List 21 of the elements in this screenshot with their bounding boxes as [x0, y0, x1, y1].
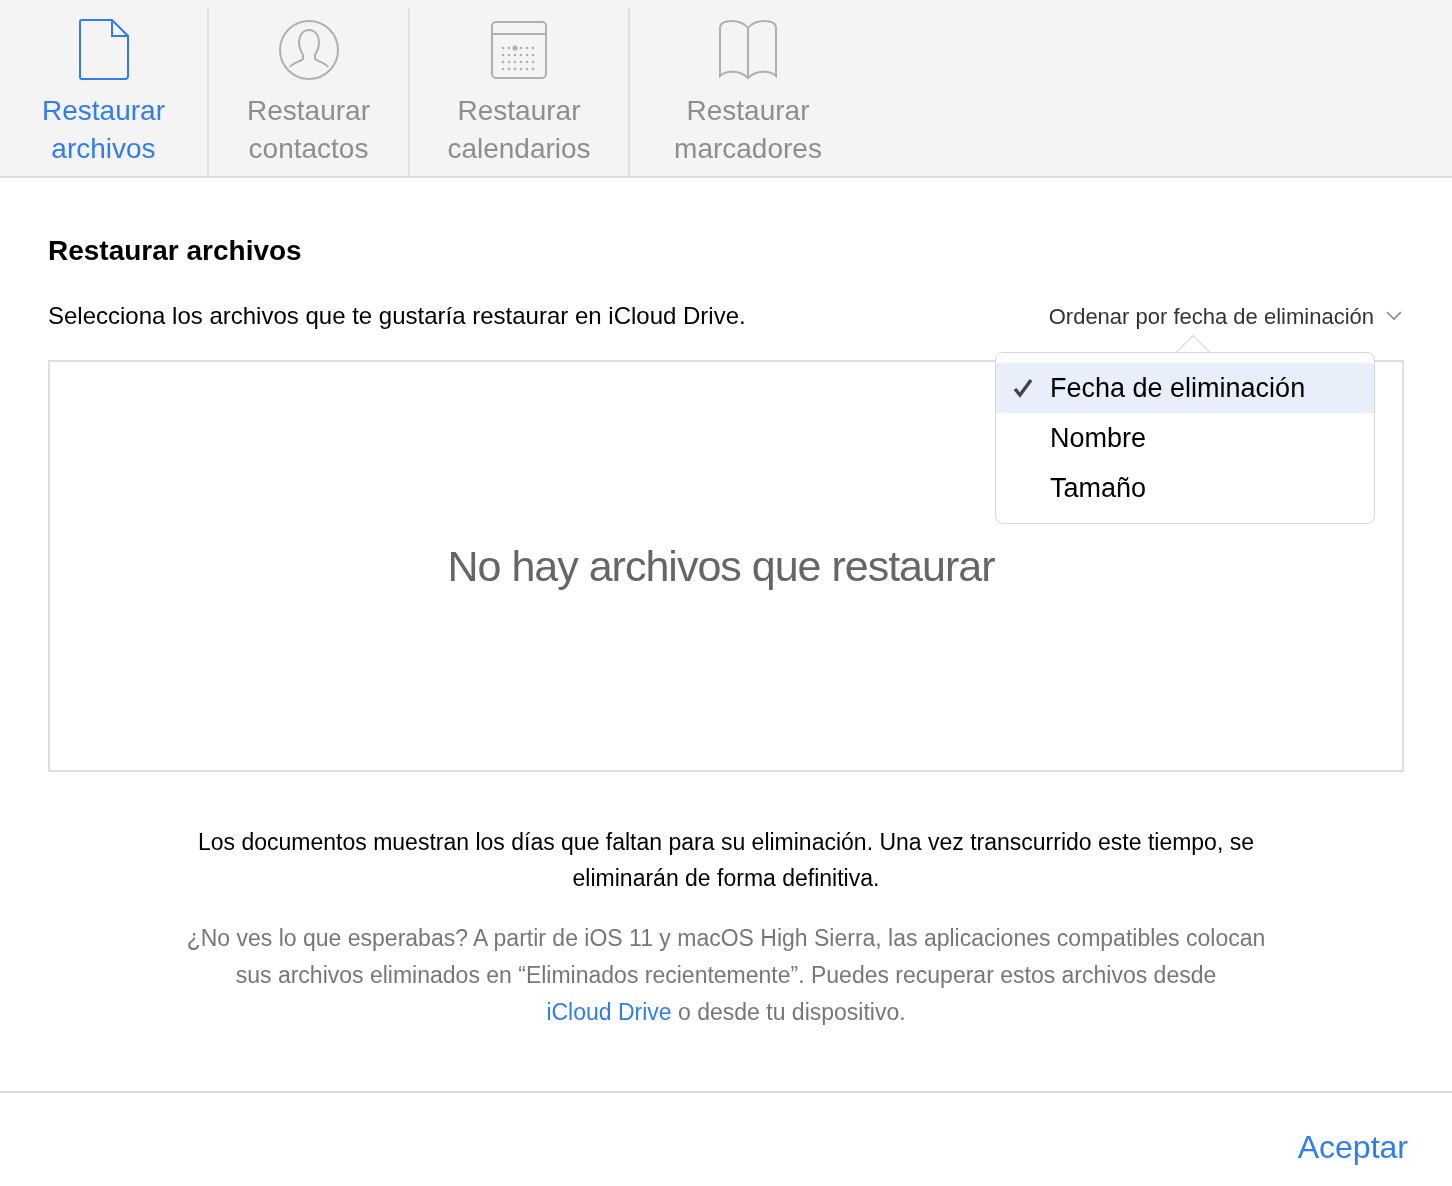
menu-item[interactable]: Nombre [996, 413, 1374, 463]
empty-state-message: No hay archivos que restaurar [447, 540, 995, 592]
menu-item[interactable]: Fecha de eliminación [996, 363, 1374, 413]
chevron-down-icon [1386, 311, 1402, 321]
checkmark-icon [1013, 378, 1033, 398]
tab[interactable]: Restaurar archivos [0, 8, 209, 176]
instruction-text: Selecciona los archivos que te gustaría restaurar en iCloud Drive. [48, 301, 746, 331]
section-heading: Restaurar archivos [48, 234, 303, 268]
sort-dropdown[interactable]: Ordenar por fecha de eliminación [1048, 299, 1402, 333]
tab[interactable]: Restaurar calendarios [410, 8, 630, 176]
note-text: Los documentos muestran los días que faltan para su eliminación. Una vez transcurrido este tiempo, se eliminarán de forma definitiva. [197, 828, 1255, 893]
icloud-drive-link[interactable]: iCloud Drive [546, 999, 672, 1025]
tab[interactable]: Restaurar contactos [209, 8, 410, 176]
help-text: ¿No ves lo que esperabas? A partir de iOS 11 y macOS High Sierra, las aplicaciones compatibles colocan sus archivos eliminados en “Eliminados recientemente”. Puedes recuperar estos archivos desde iCloud Drive o desde tu dispositivo. [185, 924, 1267, 1027]
calendar-icon [491, 21, 547, 79]
book-icon [718, 20, 778, 80]
document-icon [78, 19, 129, 81]
person-icon [277, 19, 340, 81]
tab[interactable]: Restaurar marcadores [630, 8, 866, 176]
menu-item[interactable]: Tamaño [996, 463, 1374, 513]
accept-button[interactable]: Aceptar [1297, 1123, 1408, 1171]
